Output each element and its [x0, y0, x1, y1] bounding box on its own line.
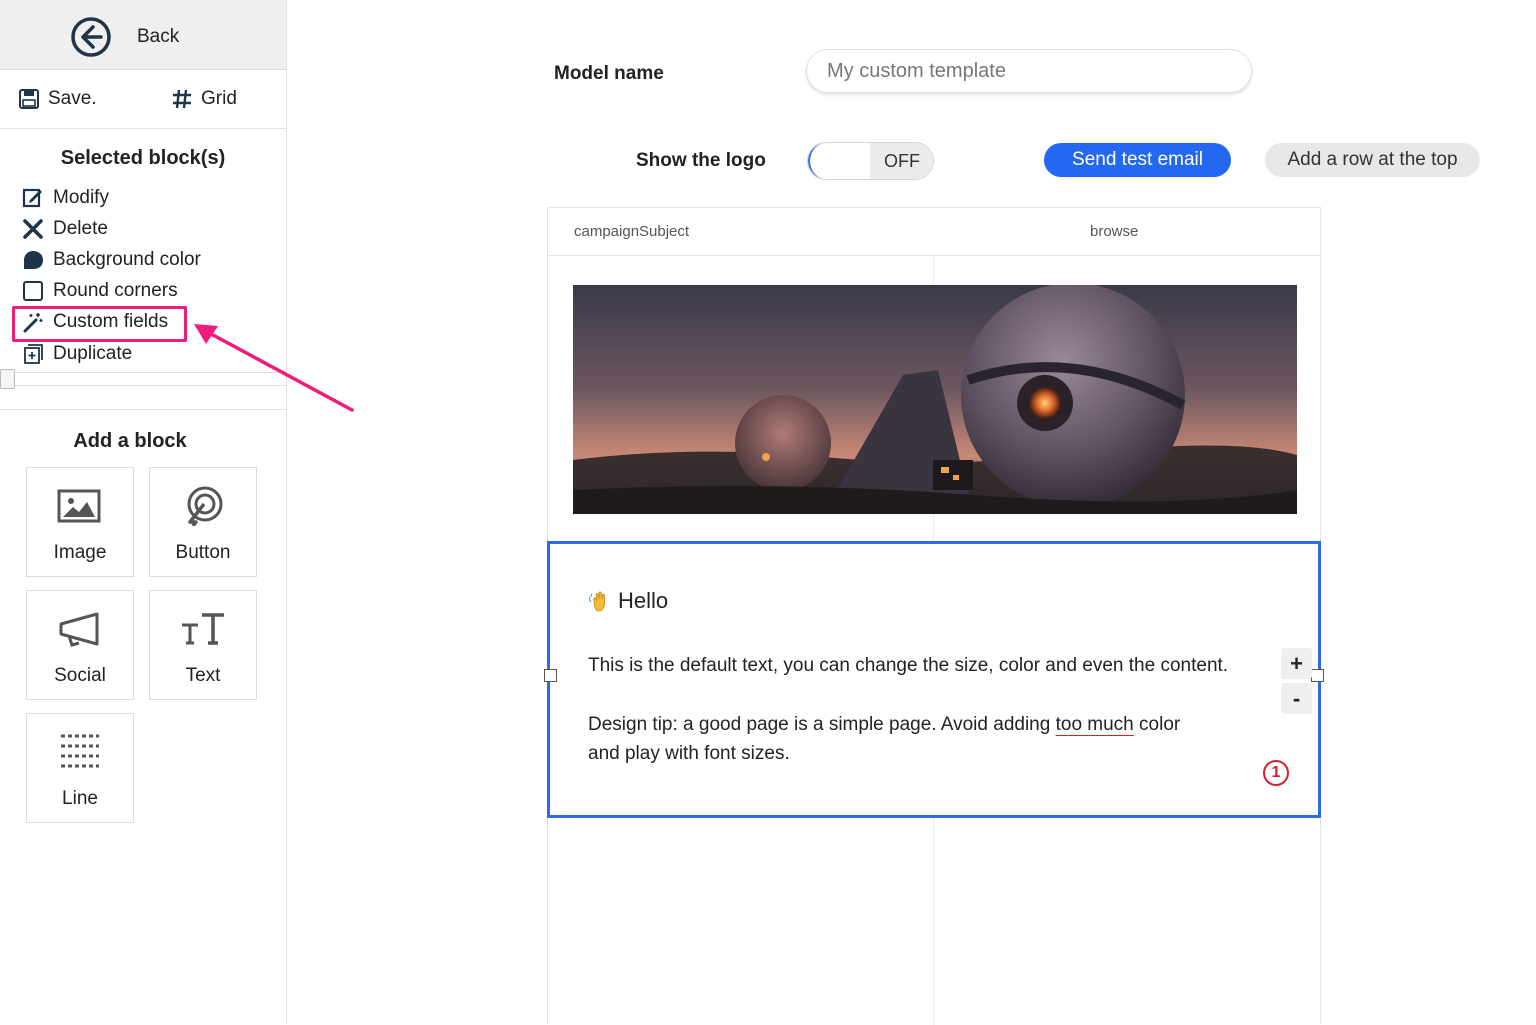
paint-drop-icon — [22, 249, 44, 271]
model-name-input[interactable]: My custom template — [806, 49, 1252, 93]
background-color-label: Background color — [53, 249, 201, 270]
design-tip-part-d: and play with font sizes. — [588, 743, 790, 764]
back-arrow-icon — [71, 17, 111, 57]
annotation-arrow-icon — [194, 324, 354, 412]
save-label: Save. — [48, 88, 97, 109]
waving-hand-icon — [589, 591, 605, 612]
add-social-block[interactable]: Social — [26, 590, 134, 700]
hello-text: Hello — [618, 588, 669, 613]
delete-label: Delete — [53, 218, 108, 239]
save-button[interactable]: Save. — [18, 88, 97, 110]
back-button[interactable]: Back — [0, 0, 286, 70]
show-logo-toggle[interactable]: OFF — [807, 142, 934, 180]
button-click-icon — [187, 486, 223, 526]
toolbar: Save. Grid — [0, 70, 286, 129]
increase-size-button[interactable]: + — [1281, 648, 1312, 679]
delete-menu-item[interactable]: Delete — [22, 218, 108, 240]
model-name-label: Model name — [554, 63, 664, 84]
width-slider-handle[interactable] — [0, 369, 15, 389]
sidebar: Back Save. Grid Selected block(s) Modify — [0, 0, 287, 1024]
round-corners-label: Round corners — [53, 280, 178, 301]
grid-label: Grid — [201, 88, 237, 109]
text-block-label: Text — [185, 665, 221, 686]
line-block-label: Line — [62, 788, 98, 809]
checkbox-icon[interactable] — [22, 280, 44, 302]
selected-blocks-title: Selected block(s) — [60, 147, 226, 169]
modify-label: Modify — [53, 187, 109, 208]
duplicate-menu-item[interactable]: Duplicate — [22, 343, 132, 365]
add-text-block[interactable]: Text — [149, 590, 257, 700]
round-corners-menu-item[interactable]: Round corners — [22, 280, 178, 302]
hello-heading[interactable]: Hello — [588, 588, 668, 614]
edit-icon — [22, 187, 44, 209]
duplicate-icon — [22, 343, 44, 365]
default-text-paragraph[interactable]: This is the default text, you can change… — [588, 651, 1228, 680]
megaphone-icon — [59, 612, 99, 647]
decrease-size-button[interactable]: - — [1281, 683, 1312, 714]
campaign-subject-text: campaignSubject — [574, 223, 690, 240]
hash-grid-icon — [173, 89, 191, 109]
image-block-label: Image — [53, 542, 107, 563]
model-name-value: My custom template — [827, 59, 1006, 82]
custom-fields-highlight — [12, 306, 187, 342]
add-line-block[interactable]: Line — [26, 713, 134, 823]
notification-badge: 1 — [1263, 760, 1289, 786]
design-tip-part-c: color — [1133, 714, 1181, 735]
spelling-underlined-text: too much — [1055, 714, 1134, 735]
button-block-label: Button — [175, 542, 231, 563]
design-tip-part-a: Design tip: a good page is a simple page… — [588, 714, 1056, 735]
floppy-disk-icon — [19, 89, 39, 109]
dotted-lines-icon — [61, 734, 99, 768]
modify-menu-item[interactable]: Modify — [22, 187, 109, 209]
email-header-row[interactable]: campaignSubject browse — [548, 208, 1320, 256]
close-x-icon — [22, 218, 44, 240]
send-test-email-button[interactable]: Send test email — [1044, 143, 1231, 177]
social-block-label: Social — [54, 665, 106, 686]
background-color-menu-item[interactable]: Background color — [22, 249, 201, 271]
resize-handle-right[interactable] — [1311, 669, 1324, 682]
resize-handle-left[interactable] — [544, 669, 557, 682]
back-label: Back — [137, 26, 180, 47]
toggle-state: OFF — [870, 143, 933, 179]
add-block-title: Add a block — [73, 430, 187, 452]
add-row-top-button[interactable]: Add a row at the top — [1265, 143, 1480, 177]
show-logo-label: Show the logo — [636, 150, 766, 171]
hero-image[interactable] — [573, 285, 1297, 514]
image-icon — [57, 489, 101, 523]
grid-button[interactable]: Grid — [171, 88, 237, 110]
browse-link[interactable]: browse — [1090, 223, 1138, 240]
design-tip-paragraph[interactable]: Design tip: a good page is a simple page… — [588, 710, 1180, 768]
duplicate-label: Duplicate — [53, 343, 133, 364]
toggle-knob — [808, 143, 870, 179]
add-image-block[interactable]: Image — [26, 467, 134, 577]
text-size-icon — [182, 613, 224, 645]
add-button-block[interactable]: Button — [149, 467, 257, 577]
